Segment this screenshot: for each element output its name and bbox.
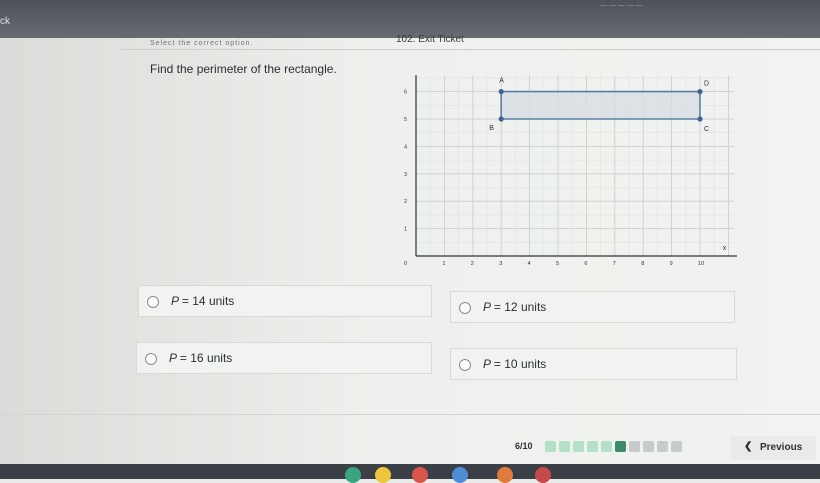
x-tick-label: 8 (641, 261, 644, 267)
taskbar-app-icon[interactable] (345, 467, 361, 483)
radio-button[interactable] (459, 359, 471, 371)
x-tick-label: 1 (442, 261, 445, 267)
y-tick-label: 1 (404, 227, 407, 233)
progress-segment[interactable] (657, 441, 668, 452)
progress-segment[interactable] (629, 441, 640, 452)
question-counter: 6/10 (515, 441, 533, 451)
progress-segment[interactable] (559, 441, 570, 452)
radio-button[interactable] (145, 353, 157, 365)
progress-segment[interactable] (587, 441, 598, 452)
point-label-d: D (704, 81, 709, 88)
previous-label: Previous (760, 442, 803, 453)
progress-segment[interactable] (671, 441, 682, 452)
option-eq: = 10 (493, 357, 518, 371)
taskbar-app-icon[interactable] (535, 467, 551, 483)
taskbar-app-icon[interactable] (452, 467, 468, 483)
y-tick-label: 5 (404, 117, 407, 123)
x-tick-label: 10 (698, 261, 704, 267)
progress-segment[interactable] (601, 441, 612, 452)
progress-segment[interactable] (573, 441, 584, 452)
y-tick-label: 4 (404, 144, 407, 150)
option-var: P (169, 351, 177, 365)
y-tick-label: 3 (404, 172, 407, 178)
chevron-left-icon: ❮ (744, 441, 753, 452)
previous-button[interactable]: ❮ Previous (730, 436, 816, 460)
header-divider (120, 49, 820, 50)
x-tick-label: 3 (499, 261, 502, 267)
x-tick-label: 2 (471, 261, 474, 267)
radio-button[interactable] (147, 296, 159, 308)
browser-bar: ck — — — — — (0, 0, 820, 38)
page-title: 102. Exit Ticket (396, 34, 464, 45)
option-eq: = 12 (493, 300, 518, 314)
point-a (498, 89, 504, 95)
rectangle-abcd (500, 90, 701, 120)
option-var: P (483, 357, 491, 371)
option-eq: = 14 (181, 294, 206, 308)
option-unit: units (206, 351, 233, 365)
radio-button[interactable] (459, 302, 471, 314)
option-4[interactable]: P = 10 units (450, 348, 737, 380)
x-tick-label: 0 (404, 261, 407, 267)
option-label: P = 16 units (169, 351, 232, 365)
x-tick-label: 4 (528, 261, 531, 267)
point-c (697, 116, 703, 122)
point-d (697, 89, 703, 95)
option-label: P = 12 units (483, 300, 546, 314)
point-label-c: C (704, 126, 709, 133)
taskbar-app-icon[interactable] (375, 467, 391, 483)
option-eq: = 16 (179, 351, 204, 365)
progress-segment[interactable] (643, 441, 654, 452)
option-unit: units (208, 294, 235, 308)
progress-segment[interactable] (615, 441, 626, 452)
x-tick-label: 9 (670, 261, 673, 267)
y-tick-label: 6 (404, 90, 407, 96)
footer-divider (0, 414, 820, 415)
option-label: P = 14 units (171, 294, 234, 308)
point-label-b: B (489, 125, 494, 132)
point-label-a: A (499, 78, 504, 85)
progress-segment[interactable] (545, 441, 556, 452)
instruction-text: Select the correct option. (150, 40, 254, 47)
x-axis-label: x (723, 245, 727, 252)
question-text: Find the perimeter of the rectangle. (150, 62, 337, 76)
y-tick-label: 2 (404, 199, 407, 205)
option-2[interactable]: P = 12 units (450, 291, 735, 323)
option-label: P = 10 units (483, 357, 546, 371)
window-caption: — — — — — (600, 2, 643, 9)
x-tick-label: 6 (584, 261, 587, 267)
option-3[interactable]: P = 16 units (136, 342, 432, 374)
option-1[interactable]: P = 14 units (138, 285, 432, 317)
taskbar-app-icon[interactable] (412, 467, 428, 483)
taskbar (0, 464, 820, 483)
option-unit: units (520, 300, 547, 314)
x-tick-label: 5 (556, 261, 559, 267)
point-b (498, 116, 504, 122)
option-unit: units (520, 357, 547, 371)
x-tick-label: 7 (613, 261, 616, 267)
option-var: P (483, 300, 491, 314)
option-var: P (171, 294, 179, 308)
coordinate-graph: x 0 1 2 3 4 5 6 7 8 9 10 1 2 3 4 5 6 A D B C (404, 75, 737, 267)
taskbar-app-icon[interactable] (497, 467, 513, 483)
back-link[interactable]: ck (0, 16, 10, 27)
